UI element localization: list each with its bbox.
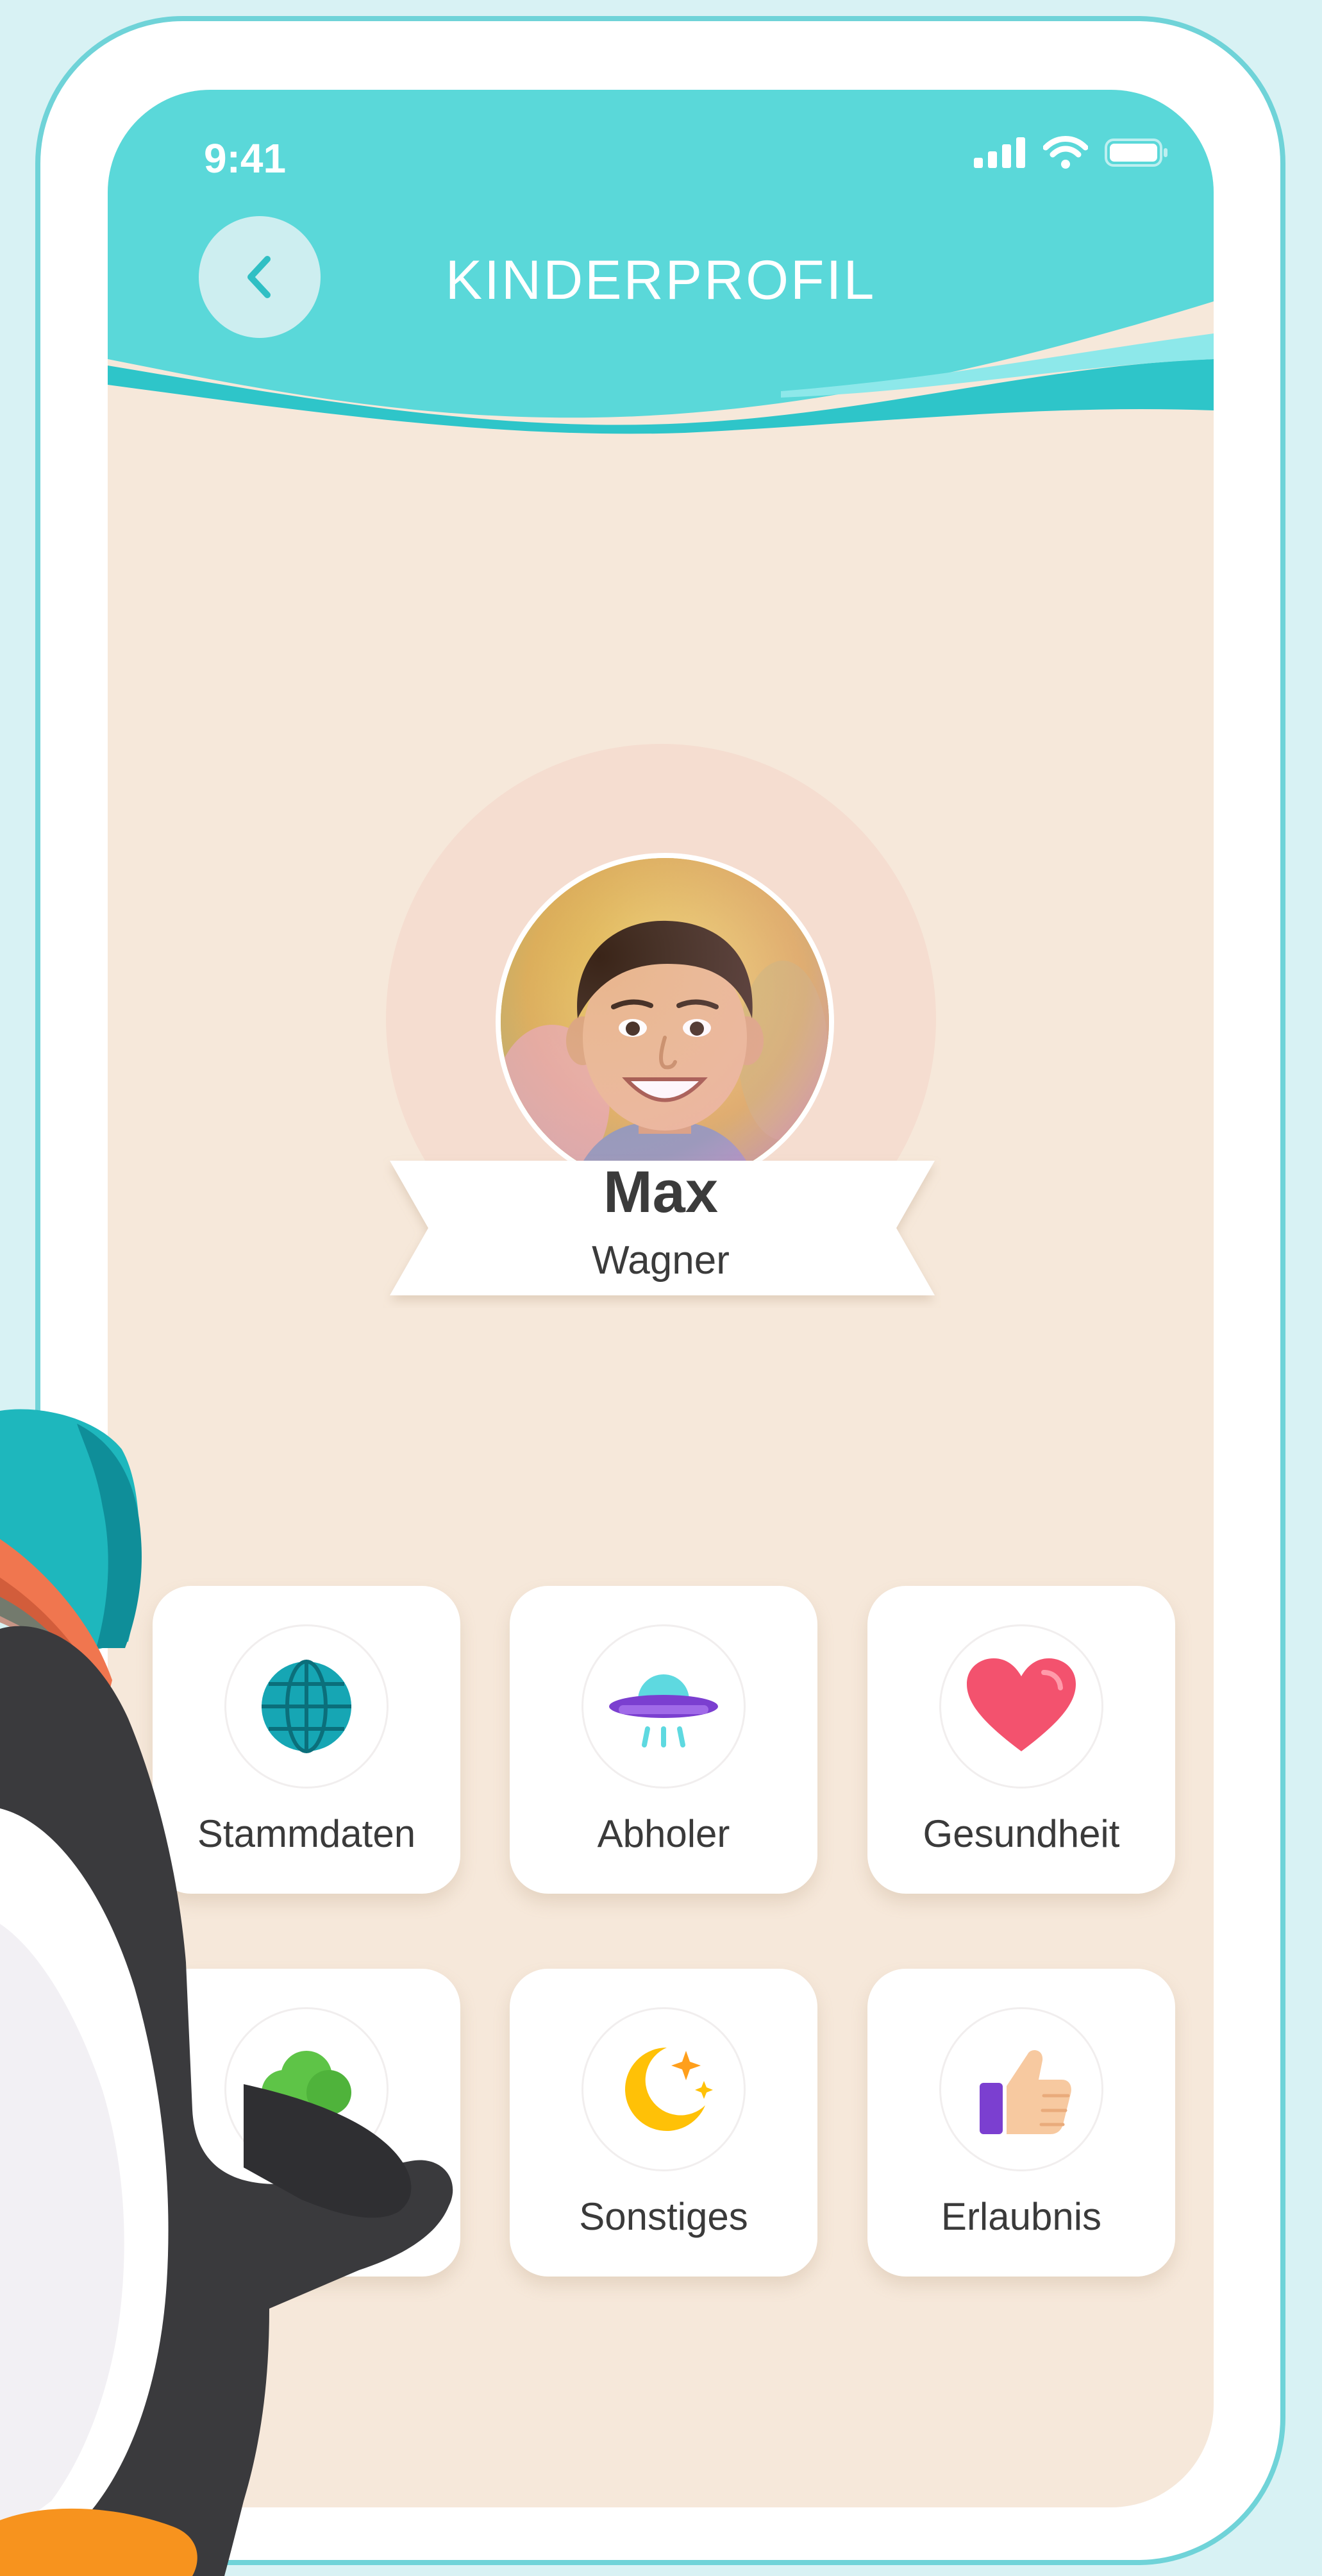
child-first-name: Max xyxy=(603,1159,718,1225)
tile-icon-ring xyxy=(939,2007,1103,2171)
heart-icon xyxy=(967,1658,1076,1751)
tile-label: Abholer xyxy=(597,1812,730,1855)
tile-icon-ring xyxy=(582,1624,746,1789)
status-icons xyxy=(974,136,1169,169)
page-title: KINDERPROFIL xyxy=(445,249,876,311)
tile-abholer[interactable]: Abholer xyxy=(510,1586,817,1894)
moon-stars-icon xyxy=(625,2048,713,2131)
tile-sonstiges[interactable]: Sonstiges xyxy=(510,1969,817,2277)
thumbs-up-icon xyxy=(980,2050,1071,2134)
tile-label: Erlaubnis xyxy=(941,2195,1102,2238)
tile-icon-ring xyxy=(939,1624,1103,1789)
avatar[interactable] xyxy=(496,853,834,1191)
battery-icon xyxy=(1105,139,1167,167)
status-time: 9:41 xyxy=(204,135,287,181)
tile-label: Sonstiges xyxy=(579,2195,748,2238)
wifi-icon xyxy=(1043,136,1088,169)
child-photo xyxy=(501,858,829,1186)
child-last-name: Wagner xyxy=(592,1238,730,1283)
penguin-mascot xyxy=(0,1409,453,2576)
tile-gesundheit[interactable]: Gesundheit xyxy=(867,1586,1175,1894)
ufo-icon xyxy=(609,1674,718,1747)
tile-label: Gesundheit xyxy=(923,1812,1120,1855)
tile-icon-ring xyxy=(582,2007,746,2171)
signal-icon xyxy=(974,137,1025,168)
tile-erlaubnis[interactable]: Erlaubnis xyxy=(867,1969,1175,2277)
